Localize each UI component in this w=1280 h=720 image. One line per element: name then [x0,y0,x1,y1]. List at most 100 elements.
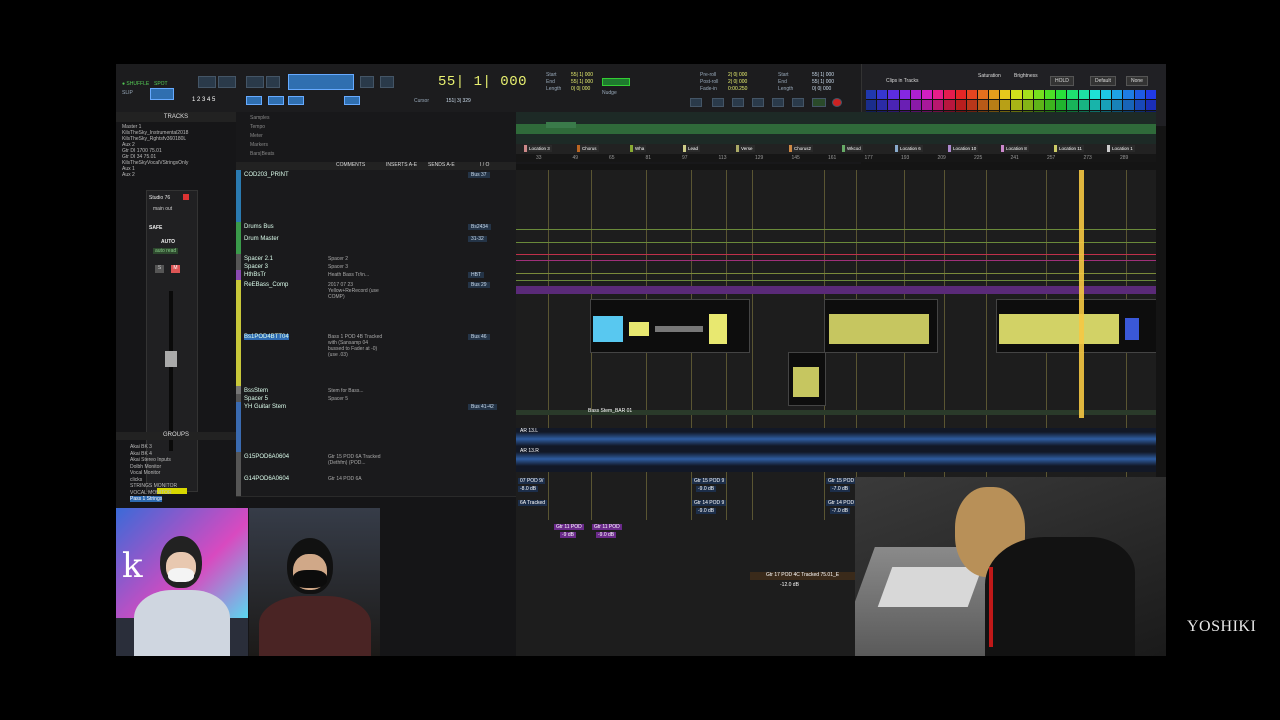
rtz-button[interactable] [690,98,702,107]
pencil-icon[interactable] [380,76,394,88]
right-end-value[interactable]: 55| 1| 000 [812,79,834,85]
link-timeline-button[interactable] [246,96,262,105]
pre-roll-value[interactable]: 2| 0| 000 [728,72,747,78]
track-name[interactable]: COD203_PRINT [244,172,289,178]
color-swatch[interactable] [933,90,944,100]
color-swatch[interactable] [1078,100,1089,110]
track-name[interactable]: Drum Master [244,236,279,242]
guitar-stem-clip[interactable]: AR 13.L AR 13.R [516,428,1156,472]
color-swatch[interactable] [1134,100,1145,110]
marker[interactable]: Location 10 [948,145,979,152]
color-swatch[interactable] [1089,100,1101,110]
spot-mode-button[interactable]: SPOT [154,81,168,87]
color-swatch[interactable] [1056,90,1067,100]
marker[interactable]: Lead [683,145,701,152]
clip-label[interactable]: Gtr 11 POD [554,524,584,530]
edit-track-row[interactable]: ReEBass_Comp 2017 07 23 Yellow+ReRecord (… [236,280,516,333]
bars-beats-ruler[interactable]: 33 49 65 81 97 113 129 145 161 177 193 209 225 241 257… [516,154,1156,162]
color-swatch[interactable] [1045,90,1056,100]
color-swatch[interactable] [1112,90,1123,100]
track-name[interactable]: G15POD6A0604 [244,454,289,460]
color-swatch[interactable] [977,90,989,100]
clip-label[interactable]: Gtr 15 POD 9 [692,478,727,484]
tempo-marker[interactable] [546,122,576,128]
edit-track-row[interactable]: Bs1POD4BTT04 Bass 1 POD 4B Tracked with (… [236,332,516,387]
group-list-item[interactable]: Akai BK 3 [130,444,152,450]
fade-in-value[interactable]: 0:00.250 [728,86,747,92]
edit-track-row[interactable]: G14POD6A0604 Gtr 14 POD 6A [236,474,516,497]
trim-tool-button[interactable] [246,76,264,88]
color-swatch[interactable] [1033,100,1045,110]
color-swatch[interactable] [1101,90,1112,100]
color-swatch[interactable] [1145,100,1156,110]
clip-label[interactable]: Gtr 11 POD [592,524,622,530]
color-swatch[interactable] [1101,100,1112,110]
automation-mode-select[interactable]: auto read [153,248,179,254]
rewind-button[interactable] [732,98,744,107]
plugin-bypass-button[interactable] [183,194,189,200]
color-swatch[interactable] [888,100,899,110]
marker[interactable]: Chorus [577,145,599,152]
color-swatch[interactable] [1011,100,1022,110]
clip-label[interactable]: Gtr 14 POD 9 [692,500,727,506]
volume-fader[interactable] [165,351,177,367]
right-length-value[interactable]: 0| 0| 000 [812,86,831,92]
color-swatch[interactable] [1089,90,1101,100]
marker[interactable]: Location 1 [1107,145,1135,152]
color-swatch[interactable] [955,100,966,110]
track-io-selector[interactable]: Bus 41-42 [468,404,497,410]
color-swatch[interactable] [1123,100,1134,110]
shuffle-mode-button[interactable]: ● SHUFFLE [122,81,149,87]
speaker-icon[interactable] [360,76,374,88]
track-name[interactable]: G14POD6A0604 [244,476,289,482]
group-list-item[interactable]: Pass 1 Strings [130,496,163,502]
track-comment[interactable]: Gtr 15 POD 6A Tracked (Dethfm) (POD... [328,454,384,466]
audio-clip[interactable] [996,299,1156,353]
track-io-selector[interactable]: Bs2434 [468,224,491,230]
default-button[interactable]: Default [1090,76,1116,86]
zoom-out-button[interactable] [218,76,236,88]
color-swatch[interactable] [1067,100,1078,110]
color-swatch[interactable] [1022,90,1033,100]
track-comment[interactable]: 2017 07 23 Yellow+ReRecord (use COMP) [328,282,384,300]
clip-label[interactable]: Gtr 14 POD [826,500,857,506]
color-swatch[interactable] [877,100,888,110]
color-swatch[interactable] [899,100,910,110]
marker[interactable]: Chorus2 [789,145,814,152]
color-swatch[interactable] [977,100,989,110]
audio-clip[interactable] [824,299,938,353]
track-io-selector[interactable]: HBT [468,272,484,278]
search-icon[interactable] [266,76,280,88]
color-swatch[interactable] [877,90,888,100]
fast-forward-button[interactable] [772,98,784,107]
color-swatch[interactable] [966,100,977,110]
color-swatch[interactable] [1056,100,1067,110]
color-swatch[interactable] [944,100,955,110]
tab-to-transient-button[interactable] [344,96,360,105]
record-button[interactable] [832,98,842,107]
color-swatch[interactable] [910,100,921,110]
mute-button[interactable]: M [171,265,180,273]
loop-icon[interactable] [812,98,826,107]
marker[interactable]: Location 11 [1054,145,1084,152]
color-swatch[interactable] [1022,100,1033,110]
output-selector[interactable]: main out [153,206,172,212]
track-name[interactable]: Drums Bus [244,224,274,230]
marker[interactable]: Verse [736,145,755,152]
clip-label[interactable]: 07 POD 9/ [518,478,546,484]
hthbstr-track-lane[interactable] [516,286,1156,294]
color-swatch[interactable] [989,90,1000,100]
track-io-selector[interactable]: 31-32 [468,236,487,242]
color-swatch[interactable] [1145,90,1156,100]
smart-tool-button[interactable] [288,74,354,90]
track-name[interactable]: ReEBass_Comp [244,282,288,288]
color-swatch[interactable] [966,90,977,100]
safe-button[interactable]: SAFE [149,225,162,231]
color-swatch[interactable] [866,100,877,110]
track-name[interactable]: Bs1POD4BTT04 [244,334,289,340]
track-list-item[interactable]: Aux 2 [122,172,135,178]
zoom-in-button[interactable] [198,76,216,88]
color-swatch[interactable] [933,100,944,110]
color-swatch[interactable] [1078,90,1089,100]
color-swatch[interactable] [1045,100,1056,110]
